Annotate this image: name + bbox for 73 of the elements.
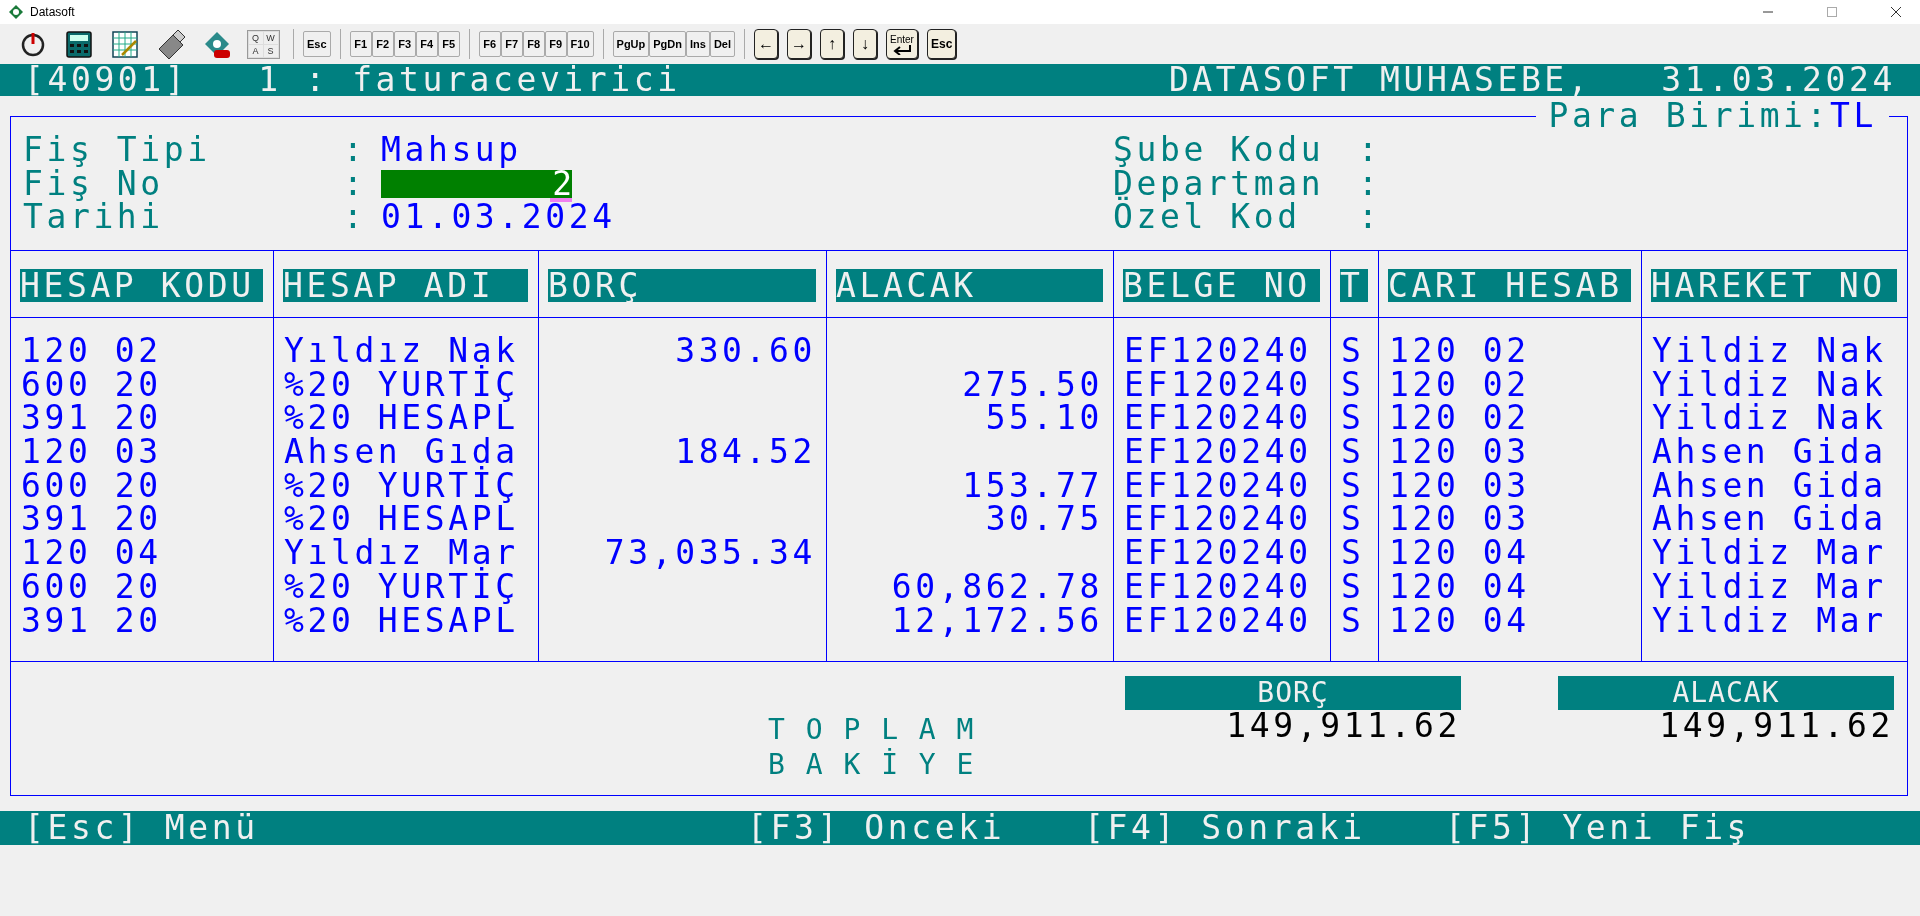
footer-command[interactable]: [Esc] Menü: [24, 811, 259, 845]
key-button[interactable]: F7: [500, 31, 523, 57]
column-header: T: [1340, 269, 1368, 302]
close-icon[interactable]: [1890, 6, 1902, 18]
arrow-key-button[interactable]: ↓: [853, 29, 878, 59]
spreadsheet-icon[interactable]: [110, 29, 140, 59]
column-header: BORÇ: [548, 269, 816, 302]
column-header: CARI HESAB: [1388, 269, 1631, 302]
key-button[interactable]: Del: [709, 31, 736, 57]
field-value: Mahsup: [381, 133, 522, 167]
footer-command[interactable]: [F3] Önceki: [747, 811, 1006, 845]
table-cell: 60,862.78: [891, 566, 1103, 606]
column-header: ALACAK: [836, 269, 1103, 302]
enter-key-button[interactable]: Enter: [886, 29, 918, 59]
column-header: BELGE NO: [1123, 269, 1320, 302]
field-label: Fiş Tipi: [23, 133, 212, 167]
key-button[interactable]: F2: [371, 31, 394, 57]
colon: :: [343, 133, 368, 167]
footer-command[interactable]: [F5] Yeni Fiş: [1445, 811, 1751, 845]
key-button[interactable]: F4: [415, 31, 438, 57]
colon: :: [1358, 133, 1383, 167]
key-button[interactable]: F10: [566, 31, 594, 57]
currency-value: TL: [1830, 96, 1877, 135]
app-logo-icon: [8, 4, 24, 20]
table-cell: 184.52: [675, 432, 816, 472]
total-value: 149,911.62: [1658, 710, 1894, 742]
colon: :: [343, 166, 368, 201]
total-header: ALACAK: [1558, 676, 1894, 710]
arrow-key-button[interactable]: ←: [754, 29, 779, 59]
column-header: HESAP ADI: [283, 269, 528, 302]
text-cursor: [550, 197, 572, 202]
colon: :: [343, 200, 368, 235]
total-header: BORÇ: [1125, 676, 1461, 710]
key-button[interactable]: F3: [393, 31, 416, 57]
window-title: Datasoft: [30, 5, 75, 19]
usb-drive-icon[interactable]: [156, 29, 186, 59]
table-cell: %20 YURTİÇ: [284, 364, 519, 404]
company-name: DATASOFT MUHASEBE,: [1168, 64, 1592, 96]
key-button[interactable]: F9: [544, 31, 567, 57]
keyboard-icon[interactable]: Q W A S: [246, 29, 280, 59]
field-label: Tarihi: [23, 200, 165, 235]
header-date: 31.03.2024: [1661, 64, 1896, 96]
field-label: Şube Kodu: [1113, 133, 1326, 167]
column-header: HAREKET NO: [1651, 269, 1897, 302]
colon: :: [1358, 200, 1383, 235]
key-button[interactable]: Esc: [303, 31, 331, 57]
key-button[interactable]: F8: [522, 31, 545, 57]
table-cell: %20 YURTİÇ: [284, 465, 519, 505]
return-arrow-icon: [892, 44, 912, 55]
key-button[interactable]: PgDn: [649, 31, 686, 57]
field-label: Fiş No: [23, 166, 164, 201]
field-value: 01.03.2024: [381, 200, 616, 235]
total-value: 149,911.62: [1225, 710, 1461, 742]
arrow-key-button[interactable]: ↑: [820, 29, 845, 59]
column-header: HESAP KODU: [20, 269, 263, 302]
total-label: B A K İ Y E: [768, 747, 977, 782]
currency-label: Para Birimi:: [1548, 96, 1831, 135]
key-button[interactable]: Ins: [686, 31, 710, 57]
key-button[interactable]: Esc: [926, 29, 957, 59]
footer-command[interactable]: [F4] Sonraki: [1084, 811, 1366, 845]
total-label: T O P L A M: [768, 712, 977, 747]
colon: :: [1358, 166, 1383, 201]
table-cell: 330.60: [675, 331, 816, 370]
screen-code: [40901]: [24, 64, 189, 96]
key-button[interactable]: PgUp: [612, 31, 650, 57]
calculator-icon[interactable]: [64, 29, 94, 59]
table-cell: 73,035.34: [604, 533, 816, 573]
key-button[interactable]: F1: [349, 31, 372, 57]
arrow-key-button[interactable]: →: [787, 29, 812, 59]
table-cell: %20 YURTİÇ: [284, 566, 519, 606]
key-button[interactable]: F5: [437, 31, 460, 57]
key-button[interactable]: F6: [478, 31, 501, 57]
user-label: 1 : faturacevirici: [258, 64, 681, 96]
